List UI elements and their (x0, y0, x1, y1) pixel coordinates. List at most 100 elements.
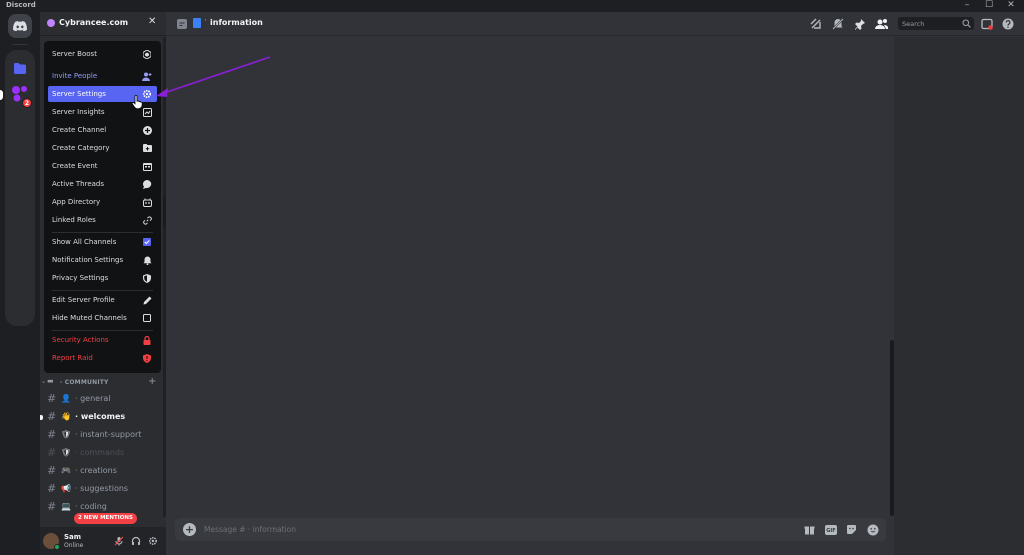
user-name: Sam (64, 533, 82, 541)
threads-button[interactable] (809, 17, 823, 31)
checkbox-checked-icon[interactable] (142, 237, 152, 247)
pinned-messages-button[interactable] (853, 17, 867, 31)
channel-instant-support[interactable]: # 🛡 · instant-support (44, 427, 162, 443)
separator-dot: · (204, 16, 207, 26)
inbox-button[interactable] (980, 17, 994, 31)
headphones-icon (131, 536, 141, 545)
menu-item-label: Create Category (52, 144, 110, 152)
checkbox-empty-icon[interactable] (142, 313, 152, 323)
deafen-button[interactable] (130, 535, 142, 547)
hash-icon: # (47, 428, 57, 441)
menu-item-notification-settings[interactable]: Notification Settings (48, 252, 157, 268)
folder-icon (14, 62, 26, 74)
emoji-smile-icon (867, 524, 878, 535)
menu-item-label: Create Event (52, 162, 98, 170)
online-status-dot (54, 544, 60, 550)
search-input[interactable] (898, 17, 960, 30)
gear-icon (148, 536, 158, 546)
menu-item-report-raid[interactable]: Report Raid (48, 350, 157, 366)
menu-item-privacy-settings[interactable]: Privacy Settings (48, 270, 157, 286)
menu-item-active-threads[interactable]: Active Threads (48, 176, 157, 192)
emoji-button[interactable] (866, 523, 879, 536)
channel-emoji: 👋 (61, 412, 71, 421)
server-header[interactable]: Cybrancee.com ✕ (40, 12, 166, 36)
menu-item-linked-roles[interactable]: Linked Roles (48, 212, 157, 228)
menu-item-hide-muted-channels[interactable]: Hide Muted Channels (48, 310, 157, 326)
menu-item-label: Active Threads (52, 180, 105, 188)
bell-icon (142, 255, 152, 265)
message-composer[interactable]: + Message # · information GIF (175, 518, 886, 541)
mute-button[interactable] (113, 535, 125, 547)
search-bar[interactable] (898, 17, 974, 30)
channel-commands[interactable]: # 🛡 · commands (44, 445, 162, 461)
member-list-button[interactable] (874, 17, 888, 31)
server-mention-badge: 2 (22, 98, 32, 108)
notification-settings-button[interactable] (831, 17, 845, 31)
user-settings-button[interactable] (147, 535, 159, 547)
gif-icon: GIF (824, 524, 837, 535)
menu-item-edit-server-profile[interactable]: Edit Server Profile (48, 292, 157, 308)
user-panel: Sam Online (40, 527, 166, 555)
close-window-button[interactable]: ✕ (1000, 0, 1022, 12)
shield-alert-icon (142, 353, 152, 363)
menu-item-invite-people[interactable]: Invite People (48, 68, 157, 84)
calendar-plus-icon (142, 161, 152, 171)
channel-suggestions[interactable]: # 📢 · suggestions (44, 481, 162, 497)
threads-icon (810, 18, 821, 29)
message-input[interactable]: Message # · information (204, 525, 296, 534)
text-channel-icon (177, 19, 187, 29)
server-folder-button[interactable] (8, 56, 32, 80)
hand-cursor-icon (131, 95, 143, 109)
menu-item-label: Linked Roles (52, 216, 96, 224)
gift-button[interactable] (803, 523, 816, 536)
channel-book-icon (193, 18, 201, 28)
menu-item-create-channel[interactable]: Create Channel (48, 122, 157, 138)
category-community[interactable]: ⌄ ▬ · COMMUNITY + (40, 376, 166, 389)
maximize-button[interactable]: ☐ (978, 0, 1000, 12)
menu-item-server-boost[interactable]: Server Boost (48, 46, 157, 62)
menu-item-label: Server Settings (52, 90, 106, 98)
discord-logo-icon (13, 21, 27, 31)
channel-emoji: 💻 (61, 502, 71, 511)
menu-item-app-directory[interactable]: App Directory (48, 194, 157, 210)
channel-creations[interactable]: # 🎮 · creations (44, 463, 162, 479)
add-channel-icon[interactable]: + (148, 376, 156, 387)
hash-icon: # (47, 482, 57, 495)
gift-icon (804, 526, 815, 535)
menu-item-show-all-channels[interactable]: Show All Channels (48, 234, 157, 250)
gif-button[interactable]: GIF (824, 523, 837, 536)
channel-name: · welcomes (75, 412, 126, 421)
menu-item-label: Privacy Settings (52, 274, 109, 282)
hash-icon: # (47, 410, 57, 423)
help-icon (1002, 18, 1014, 30)
menu-item-security-actions[interactable]: Security Actions (48, 332, 157, 348)
lock-icon (142, 335, 152, 345)
message-area (166, 37, 894, 555)
link-icon (142, 215, 152, 225)
channel-name: · commands (75, 448, 125, 457)
hash-icon: # (47, 446, 57, 459)
avatar[interactable] (43, 533, 60, 550)
rail-divider (12, 44, 28, 45)
title-bar: Discord – ☐ ✕ (0, 0, 1024, 12)
microphone-muted-icon (114, 536, 124, 546)
channel-emoji: 🛡 (61, 448, 72, 457)
channel-general[interactable]: # 👤 · general (44, 391, 162, 407)
sticker-button[interactable] (845, 523, 858, 536)
user-status: Online (64, 542, 84, 549)
menu-item-create-event[interactable]: Create Event (48, 158, 157, 174)
bell-muted-icon (832, 18, 844, 30)
selected-server-indicator (0, 90, 3, 100)
threads-icon (142, 179, 152, 189)
upload-plus-icon[interactable]: + (183, 523, 196, 536)
help-button[interactable] (1001, 17, 1015, 31)
close-icon[interactable]: ✕ (148, 16, 156, 27)
channel-welcomes[interactable]: # 👋 · welcomes (44, 409, 162, 425)
menu-item-label: Invite People (52, 72, 98, 80)
new-mentions-badge[interactable]: 2 NEW MENTIONS (74, 513, 137, 524)
minimize-button[interactable]: – (956, 0, 978, 12)
discord-home-button[interactable] (8, 14, 32, 38)
menu-item-create-category[interactable]: Create Category (48, 140, 157, 156)
pencil-icon (142, 295, 152, 305)
channel-emoji: 👤 (61, 394, 71, 403)
